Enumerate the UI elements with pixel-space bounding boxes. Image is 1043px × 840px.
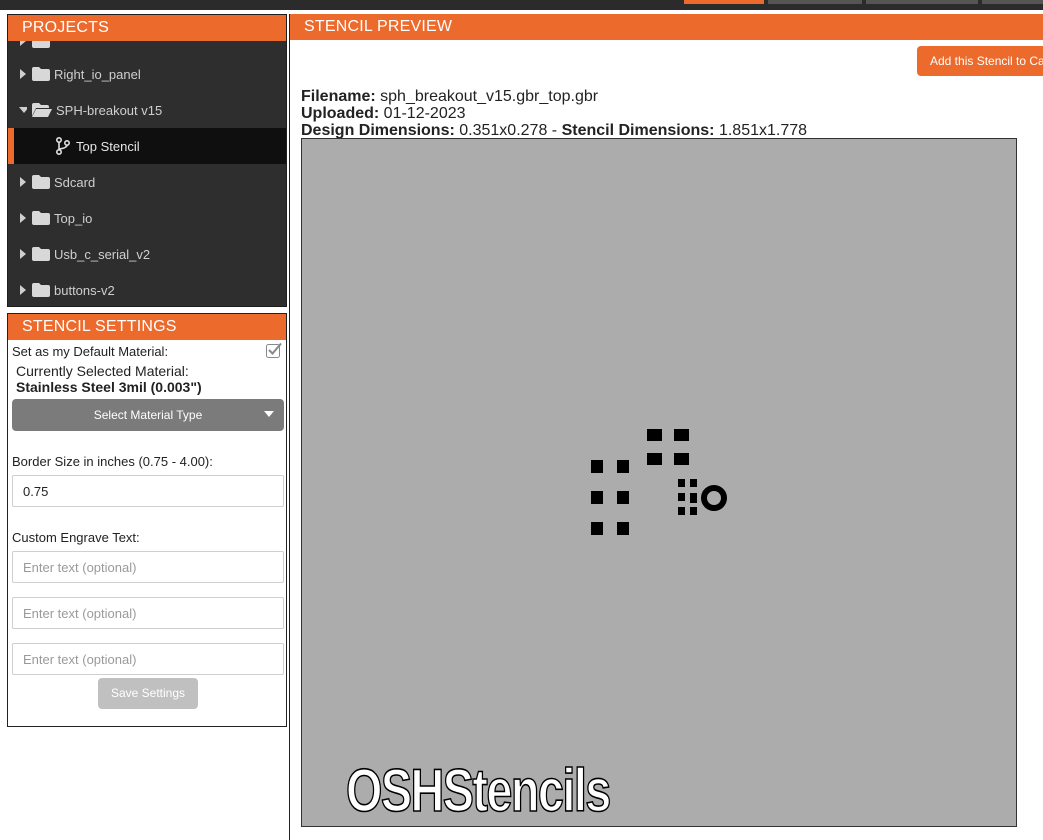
caret-right-icon (19, 177, 27, 187)
border-size-label: Border Size in inches (0.75 - 4.00): (12, 454, 213, 469)
stencil-pad (591, 460, 603, 473)
dimensions-row: Design Dimensions: 0.351x0.278 - Stencil… (301, 122, 807, 139)
stencil-preview-canvas: OSHStencils (301, 138, 1017, 827)
tree-item-label: Right_io_panel (54, 66, 141, 82)
engrave-text-input-3[interactable] (12, 643, 284, 675)
uploaded-row: Uploaded: 01-12-2023 (301, 105, 466, 122)
engraving-logo: OSHStencils (345, 756, 612, 825)
filename-value: sph_breakout_v15.gbr_top.gbr (380, 88, 599, 105)
stencil-pad (690, 507, 697, 515)
folder-icon (32, 175, 50, 189)
stencil-preview-panel: STENCIL PREVIEW Add this Stencil to Ca F… (289, 14, 1043, 840)
stencil-pad (617, 491, 629, 504)
caret-right-icon (19, 285, 27, 295)
stencil-pad (678, 493, 685, 501)
left-column: Right_io_panel SPH-breakout v15 Top Sten… (0, 10, 290, 840)
engrave-text-input-2[interactable] (12, 597, 284, 629)
tree-item-label: buttons-v2 (54, 282, 115, 298)
select-material-dropdown[interactable]: Select Material Type (12, 399, 284, 431)
folder-icon (32, 283, 50, 297)
stencil-pad (617, 522, 629, 535)
current-material-value: Stainless Steel 3mil (0.003") (16, 379, 202, 395)
design-dimensions-value: 0.351x0.278 (459, 122, 548, 139)
stencil-pad (674, 429, 689, 441)
tree-item-folder[interactable]: Top_io (8, 200, 286, 236)
stencil-dimensions-value: 1.851x1.778 (718, 122, 808, 139)
stencil-pad (674, 453, 689, 465)
tree-item-folder[interactable]: Sdcard (8, 164, 286, 200)
default-material-label: Set as my Default Material: (12, 344, 169, 359)
folder-open-icon (32, 103, 52, 117)
add-to-cart-button[interactable]: Add this Stencil to Ca (917, 46, 1043, 76)
tree-item-folder[interactable]: Right_io_panel (8, 56, 286, 92)
folder-icon (32, 67, 50, 81)
top-tab[interactable] (982, 0, 1043, 4)
design-dimensions-label: Design Dimensions: (301, 122, 455, 139)
caret-down-icon (19, 106, 27, 114)
uploaded-label: Uploaded: (301, 105, 380, 122)
stencil-settings-header: STENCIL SETTINGS (8, 314, 286, 340)
folder-icon (32, 247, 50, 261)
projects-panel: Right_io_panel SPH-breakout v15 Top Sten… (7, 14, 287, 307)
stencil-pad (690, 493, 697, 503)
engrave-text-label: Custom Engrave Text: (12, 530, 140, 545)
top-tab[interactable] (866, 0, 978, 4)
top-tab-active[interactable] (684, 0, 764, 4)
filename-label: Filename: (301, 88, 376, 105)
stencil-pad (647, 429, 662, 441)
default-material-checkbox[interactable] (266, 342, 282, 358)
stencil-pad (678, 479, 685, 487)
tree-item-label: Top Stencil (76, 138, 140, 154)
caret-right-icon (19, 213, 27, 223)
stencil-pad (647, 453, 662, 465)
stencil-pad (591, 522, 603, 535)
tree-item-folder-open[interactable]: SPH-breakout v15 (8, 92, 286, 128)
stencil-settings-panel: STENCIL SETTINGS Set as my Default Mater… (7, 313, 287, 727)
folder-icon (32, 211, 50, 225)
stencil-pad (678, 507, 685, 515)
tree-item-folder[interactable]: Usb_c_serial_v2 (8, 236, 286, 272)
uploaded-value: 01-12-2023 (383, 105, 466, 122)
tree-item-label: Usb_c_serial_v2 (54, 246, 151, 262)
save-settings-button[interactable]: Save Settings (98, 678, 198, 709)
select-material-label: Select Material Type (93, 408, 203, 422)
dimensions-separator: - (551, 122, 558, 139)
border-size-input[interactable] (12, 475, 284, 507)
stencil-preview-header: STENCIL PREVIEW (290, 14, 1043, 40)
tree-item-folder[interactable]: buttons-v2 (8, 272, 286, 306)
chevron-down-icon (264, 411, 274, 417)
stencil-pad (617, 460, 629, 473)
stencil-pad (591, 491, 603, 504)
caret-right-icon (19, 69, 27, 79)
current-material-label: Currently Selected Material: (16, 363, 189, 379)
tree-item-label: SPH-breakout v15 (56, 102, 163, 118)
tree-item-label: Sdcard (54, 174, 96, 190)
projects-header: PROJECTS (8, 15, 286, 41)
tree-item-stencil[interactable]: Top Stencil (8, 128, 286, 164)
top-nav-strip (0, 0, 1043, 10)
tree-item-label: Top_io (54, 210, 93, 226)
filename-row: Filename: sph_breakout_v15.gbr_top.gbr (301, 88, 598, 105)
caret-right-icon (19, 249, 27, 259)
engrave-text-input-1[interactable] (12, 551, 284, 583)
branch-icon (56, 137, 70, 155)
stencil-pad (690, 479, 697, 487)
top-tab[interactable] (768, 0, 862, 4)
stencil-dimensions-label: Stencil Dimensions: (561, 122, 715, 139)
stencil-ring-pad (701, 485, 727, 511)
